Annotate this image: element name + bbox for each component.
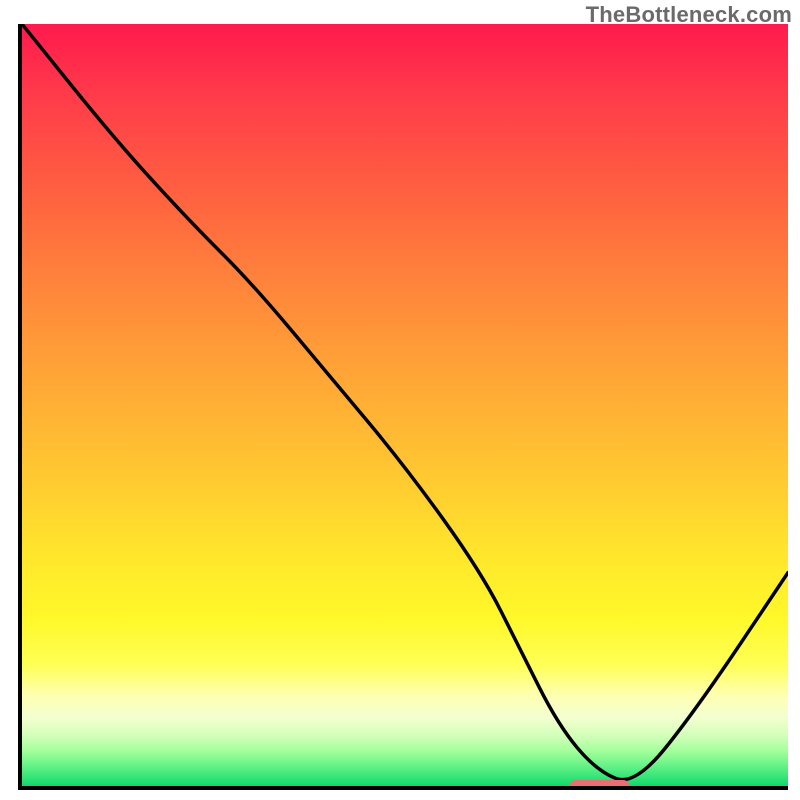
watermark-text: TheBottleneck.com (586, 2, 792, 28)
plot-area (18, 24, 788, 790)
bottleneck-curve (22, 24, 788, 786)
chart-container: TheBottleneck.com (0, 0, 800, 800)
optimal-marker (569, 780, 631, 790)
